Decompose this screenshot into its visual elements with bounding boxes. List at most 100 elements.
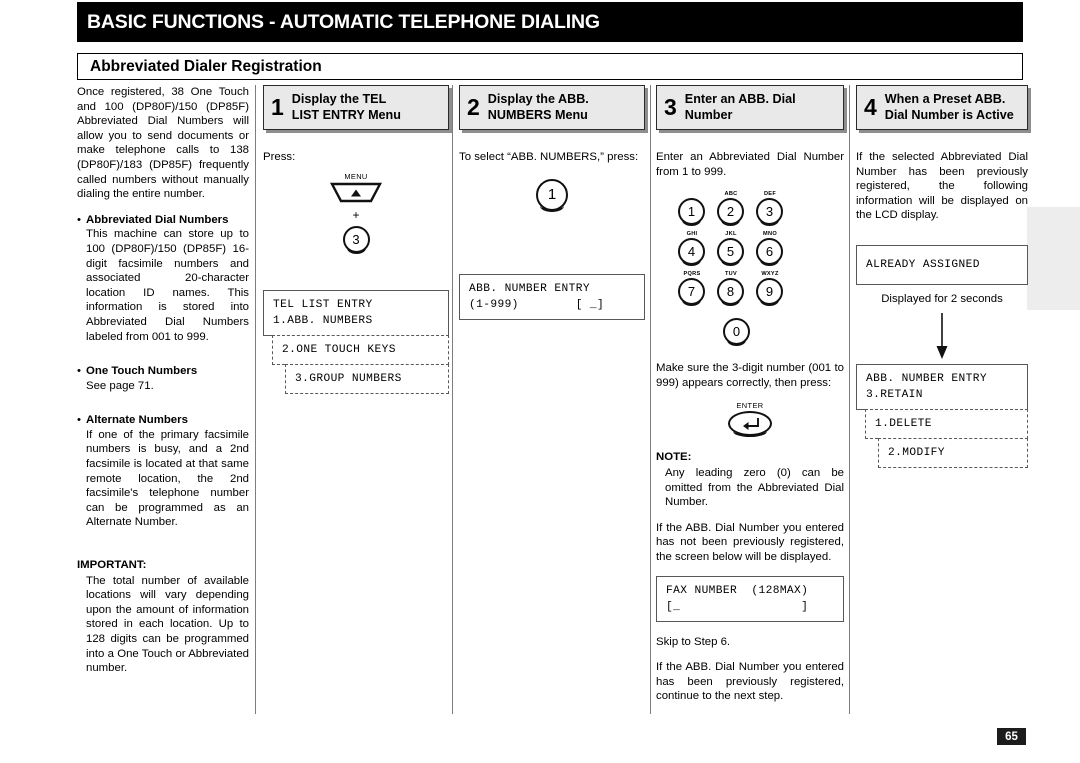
numeric-key-7[interactable]: 7 bbox=[678, 278, 705, 307]
numeric-key-3[interactable]: 3 bbox=[756, 198, 783, 227]
step-2-header: 2 Display the ABB. NUMBERS Menu bbox=[459, 85, 645, 130]
keypad-cell: TUV 8 bbox=[717, 271, 745, 307]
bullet-marker: • bbox=[77, 414, 81, 427]
key-letters bbox=[678, 191, 706, 198]
enter-key-label: ENTER bbox=[736, 401, 764, 411]
column-divider-3 bbox=[650, 85, 651, 714]
bullet-body-text: See page 71. bbox=[86, 379, 154, 392]
enter-arrow-icon bbox=[743, 417, 759, 430]
menu-key-label: MENU bbox=[344, 171, 368, 181]
enter-key[interactable] bbox=[728, 411, 772, 438]
keypad-cell: 1 bbox=[678, 191, 706, 227]
key-letters: WXYZ bbox=[761, 271, 779, 278]
keypad-cell: MNO 6 bbox=[756, 231, 784, 267]
numeric-key-1[interactable]: 1 bbox=[536, 178, 568, 212]
step-number: 1 bbox=[271, 94, 284, 120]
key-letters: ABC bbox=[724, 191, 738, 198]
numeric-key-3[interactable]: 3 bbox=[342, 225, 370, 254]
important-body: The total number of available locations … bbox=[86, 574, 249, 675]
lcd-option-text: 2.MODIFY bbox=[888, 446, 945, 459]
intro-column: Once registered, 38 One Touch and 100 (D… bbox=[77, 85, 249, 687]
numeric-key-6[interactable]: 6 bbox=[756, 238, 783, 267]
step-number: 4 bbox=[864, 94, 877, 120]
step-label-line2: NUMBERS Menu bbox=[487, 107, 588, 122]
numeric-key-1[interactable]: 1 bbox=[678, 198, 705, 227]
step-1-header: 1 Display the TEL LIST ENTRY Menu bbox=[263, 85, 449, 130]
numeric-key-8[interactable]: 8 bbox=[717, 278, 744, 307]
lcd-abb-number-entry: ABB. NUMBER ENTRY (1-999) [ _] bbox=[459, 273, 645, 320]
lcd-line-1: ALREADY ASSIGNED bbox=[866, 258, 980, 271]
lcd-line-2: [_ ] bbox=[666, 600, 809, 613]
numeric-key-2[interactable]: 2 bbox=[717, 198, 744, 227]
section-title: Abbreviated Dialer Registration bbox=[90, 57, 322, 75]
lcd-abb-number-entry-retain: ABB. NUMBER ENTRY 3.RETAIN bbox=[856, 363, 1028, 410]
numeric-key-9[interactable]: 9 bbox=[756, 278, 783, 307]
step-label-line1: When a Preset ABB. bbox=[884, 92, 1006, 106]
key-letters: PQRS bbox=[683, 271, 701, 278]
step-4-instruction: If the selected Abbreviated Dial Number … bbox=[856, 151, 1028, 222]
important-block: IMPORTANT: The total number of available… bbox=[77, 558, 249, 676]
key-letters: DEF bbox=[763, 191, 777, 198]
menu-key[interactable] bbox=[330, 182, 382, 203]
bullet-one-touch-numbers: • One Touch Numbers See page 71. bbox=[77, 364, 249, 404]
step-4-lcd-group: ABB. NUMBER ENTRY 3.RETAIN 1.DELETE 2.MO… bbox=[856, 363, 1028, 468]
step-number: 2 bbox=[467, 94, 480, 120]
lcd-already-assigned: ALREADY ASSIGNED bbox=[856, 244, 1028, 285]
lcd-line-1: FAX NUMBER (128MAX) bbox=[666, 584, 809, 597]
keypad-cell: 0 bbox=[723, 311, 751, 347]
step-number: 3 bbox=[664, 94, 677, 120]
lcd-option-text: 2.ONE TOUCH KEYS bbox=[282, 343, 396, 356]
document-page: BASIC FUNCTIONS - AUTOMATIC TELEPHONE DI… bbox=[0, 0, 1080, 763]
important-label: IMPORTANT: bbox=[77, 559, 147, 572]
lcd-option-modify: 2.MODIFY bbox=[878, 437, 1028, 468]
lcd-line-2: 3.RETAIN bbox=[866, 388, 923, 401]
keypad-cell: DEF 3 bbox=[756, 191, 784, 227]
step-3-header: 3 Enter an ABB. Dial Number bbox=[656, 85, 844, 130]
key-letters: TUV bbox=[724, 271, 738, 278]
intro-paragraph: Once registered, 38 One Touch and 100 (D… bbox=[77, 86, 249, 201]
key-letters bbox=[723, 311, 751, 318]
numeric-key-5[interactable]: 5 bbox=[717, 238, 744, 267]
keypad-row-2: GHI 4 JKL 5 MNO 6 bbox=[678, 231, 798, 267]
lcd-option-text: 1.DELETE bbox=[875, 417, 932, 430]
key-letters: GHI bbox=[686, 231, 698, 238]
chapter-title: BASIC FUNCTIONS - AUTOMATIC TELEPHONE DI… bbox=[87, 10, 600, 33]
step-label-line1: Display the TEL bbox=[291, 92, 387, 106]
page-number-badge: 65 bbox=[997, 728, 1026, 745]
step-label-line2: Number bbox=[684, 107, 733, 122]
bullet-body-text: This machine can store up to 100 (DP80F)… bbox=[86, 228, 249, 343]
chapter-title-bar: BASIC FUNCTIONS - AUTOMATIC TELEPHONE DI… bbox=[77, 2, 1023, 42]
column-divider-2 bbox=[452, 85, 453, 714]
lcd-option-one-touch-keys: 2.ONE TOUCH KEYS bbox=[272, 334, 449, 365]
registered-text: If the ABB. Dial Number you entered has … bbox=[656, 661, 844, 703]
step-3-instruction: Enter an Abbreviated Dial Number from 1 … bbox=[656, 151, 844, 178]
numeric-keypad: 1 ABC 2 DEF 3 GHI 4 JKL 5 MNO 6 PQRS 7 T… bbox=[678, 191, 798, 347]
menu-key-shape bbox=[330, 182, 382, 202]
bullet-marker: • bbox=[77, 365, 81, 378]
bullet-abbreviated-dial-numbers: • Abbreviated Dial Numbers This machine … bbox=[77, 213, 249, 355]
keypad-row-1: 1 ABC 2 DEF 3 bbox=[678, 191, 798, 227]
bullet-heading: One Touch Numbers bbox=[86, 365, 198, 378]
numeric-key-4[interactable]: 4 bbox=[678, 238, 705, 267]
key-letters: MNO bbox=[763, 231, 777, 238]
key-letters: JKL bbox=[725, 231, 737, 238]
note-body: Any leading zero (0) can be omitted from… bbox=[665, 466, 844, 509]
bullet-heading: Abbreviated Dial Numbers bbox=[86, 213, 229, 226]
step-2-lcd-group: ABB. NUMBER ENTRY (1-999) [ _] bbox=[459, 273, 645, 320]
lcd-tel-list-entry: TEL LIST ENTRY 1.ABB. NUMBERS bbox=[263, 289, 449, 336]
keypad-cell: GHI 4 bbox=[678, 231, 706, 267]
step-2-column: 2 Display the ABB. NUMBERS Menu To selec… bbox=[459, 85, 645, 320]
note-label: NOTE: bbox=[656, 451, 692, 464]
menu-key-group: MENU + 3 bbox=[263, 171, 449, 254]
lcd-line-1: TEL LIST ENTRY bbox=[273, 298, 373, 311]
step-4-column: 4 When a Preset ABB. Dial Number is Acti… bbox=[856, 85, 1028, 468]
plus-symbol: + bbox=[352, 207, 360, 222]
keypad-cell: ABC 2 bbox=[717, 191, 745, 227]
confirm-instruction: Make sure the 3-digit number (001 to 999… bbox=[656, 362, 844, 389]
keypad-cell: WXYZ 9 bbox=[756, 271, 784, 307]
numeric-key-0[interactable]: 0 bbox=[723, 318, 750, 347]
lcd-line-1: ABB. NUMBER ENTRY bbox=[469, 282, 590, 295]
bullet-heading: Alternate Numbers bbox=[86, 414, 188, 427]
lcd-fax-number: FAX NUMBER (128MAX) [_ ] bbox=[656, 575, 844, 622]
column-divider-4 bbox=[849, 85, 850, 714]
